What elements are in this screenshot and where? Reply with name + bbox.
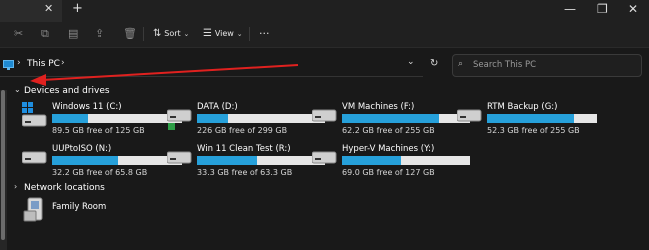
- drive-name: DATA (D:): [197, 102, 238, 112]
- windows-drive-icon: [22, 102, 47, 127]
- drive-name: Windows 11 (C:): [52, 102, 122, 112]
- drive-usage-fill: [342, 156, 401, 165]
- drive-usage-bar: [487, 114, 597, 123]
- scrollbar-thumb[interactable]: [1, 90, 5, 240]
- drive-free-space: 69.0 GB free of 127 GB: [342, 168, 435, 177]
- drive-name: VM Machines (F:): [342, 102, 415, 112]
- drive-item[interactable]: Windows 11 (C:) 89.5 GB free of 125 GB: [22, 100, 182, 136]
- drive-name: Hyper-V Machines (Y:): [342, 144, 435, 154]
- drive-free-space: 89.5 GB free of 125 GB: [52, 126, 145, 135]
- drive-usage-bar: [197, 114, 325, 123]
- drive-usage-bar: [52, 156, 182, 165]
- drive-usage-fill: [487, 114, 574, 123]
- section-devices-title[interactable]: Devices and drives: [24, 86, 110, 96]
- chevron-down-icon[interactable]: ⌄: [14, 85, 21, 94]
- chevron-right-icon[interactable]: ›: [14, 182, 17, 191]
- drive-usage-fill: [52, 114, 89, 123]
- network-device-icon: [23, 197, 43, 222]
- drive-usage-bar: [197, 156, 325, 165]
- drive-icon: [457, 109, 482, 122]
- drive-icon: [312, 151, 337, 164]
- drive-usage-fill: [52, 156, 119, 165]
- drive-free-space: 32.2 GB free of 65.8 GB: [52, 168, 148, 177]
- network-location-name: Family Room: [52, 202, 107, 212]
- drive-item[interactable]: Win 11 Clean Test (R:) 33.3 GB free of 6…: [167, 142, 325, 178]
- drive-free-space: 52.3 GB free of 255 GB: [487, 126, 580, 135]
- drive-name: Win 11 Clean Test (R:): [197, 144, 291, 154]
- drive-usage-bar: [342, 156, 470, 165]
- drive-name: UUPtoISO (N:): [52, 144, 112, 154]
- drive-item[interactable]: UUPtoISO (N:) 32.2 GB free of 65.8 GB: [22, 142, 182, 178]
- section-network-title[interactable]: Network locations: [24, 183, 105, 193]
- drive-free-space: 226 GB free of 299 GB: [197, 126, 288, 135]
- network-location-item[interactable]: Family Room: [22, 197, 132, 227]
- drive-icon: [167, 151, 192, 164]
- drive-usage-bar: [342, 114, 470, 123]
- drive-icon: [312, 109, 337, 122]
- drive-item[interactable]: VM Machines (F:) 62.2 GB free of 255 GB: [312, 100, 470, 136]
- drive-icon: [167, 109, 192, 130]
- drive-icon: [22, 151, 47, 164]
- drive-free-space: 33.3 GB free of 63.3 GB: [197, 168, 293, 177]
- drive-name: RTM Backup (G:): [487, 102, 558, 112]
- drive-item[interactable]: Hyper-V Machines (Y:) 69.0 GB free of 12…: [312, 142, 470, 178]
- drive-usage-fill: [197, 156, 258, 165]
- drive-usage-bar: [52, 114, 182, 123]
- drive-free-space: 62.2 GB free of 255 GB: [342, 126, 435, 135]
- drive-item[interactable]: RTM Backup (G:) 52.3 GB free of 255 GB: [457, 100, 597, 136]
- drive-item[interactable]: DATA (D:) 226 GB free of 299 GB: [167, 100, 325, 136]
- drive-usage-fill: [342, 114, 440, 123]
- drive-usage-fill: [197, 114, 228, 123]
